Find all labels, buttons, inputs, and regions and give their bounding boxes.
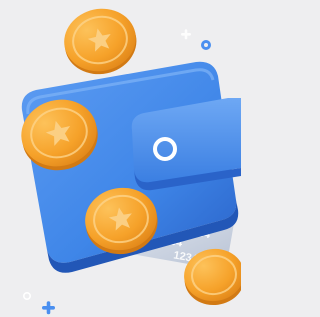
illustration: 1234 1234 1234 xyxy=(0,0,241,317)
coin-top xyxy=(64,8,137,75)
wallet-illustration: 1234 1234 1234 xyxy=(21,8,241,315)
sparkle-plus-icon xyxy=(181,29,191,40)
ring-dot-icon xyxy=(201,40,211,50)
sparkle-plus-icon xyxy=(42,301,55,315)
ring-dot-icon xyxy=(22,291,31,300)
